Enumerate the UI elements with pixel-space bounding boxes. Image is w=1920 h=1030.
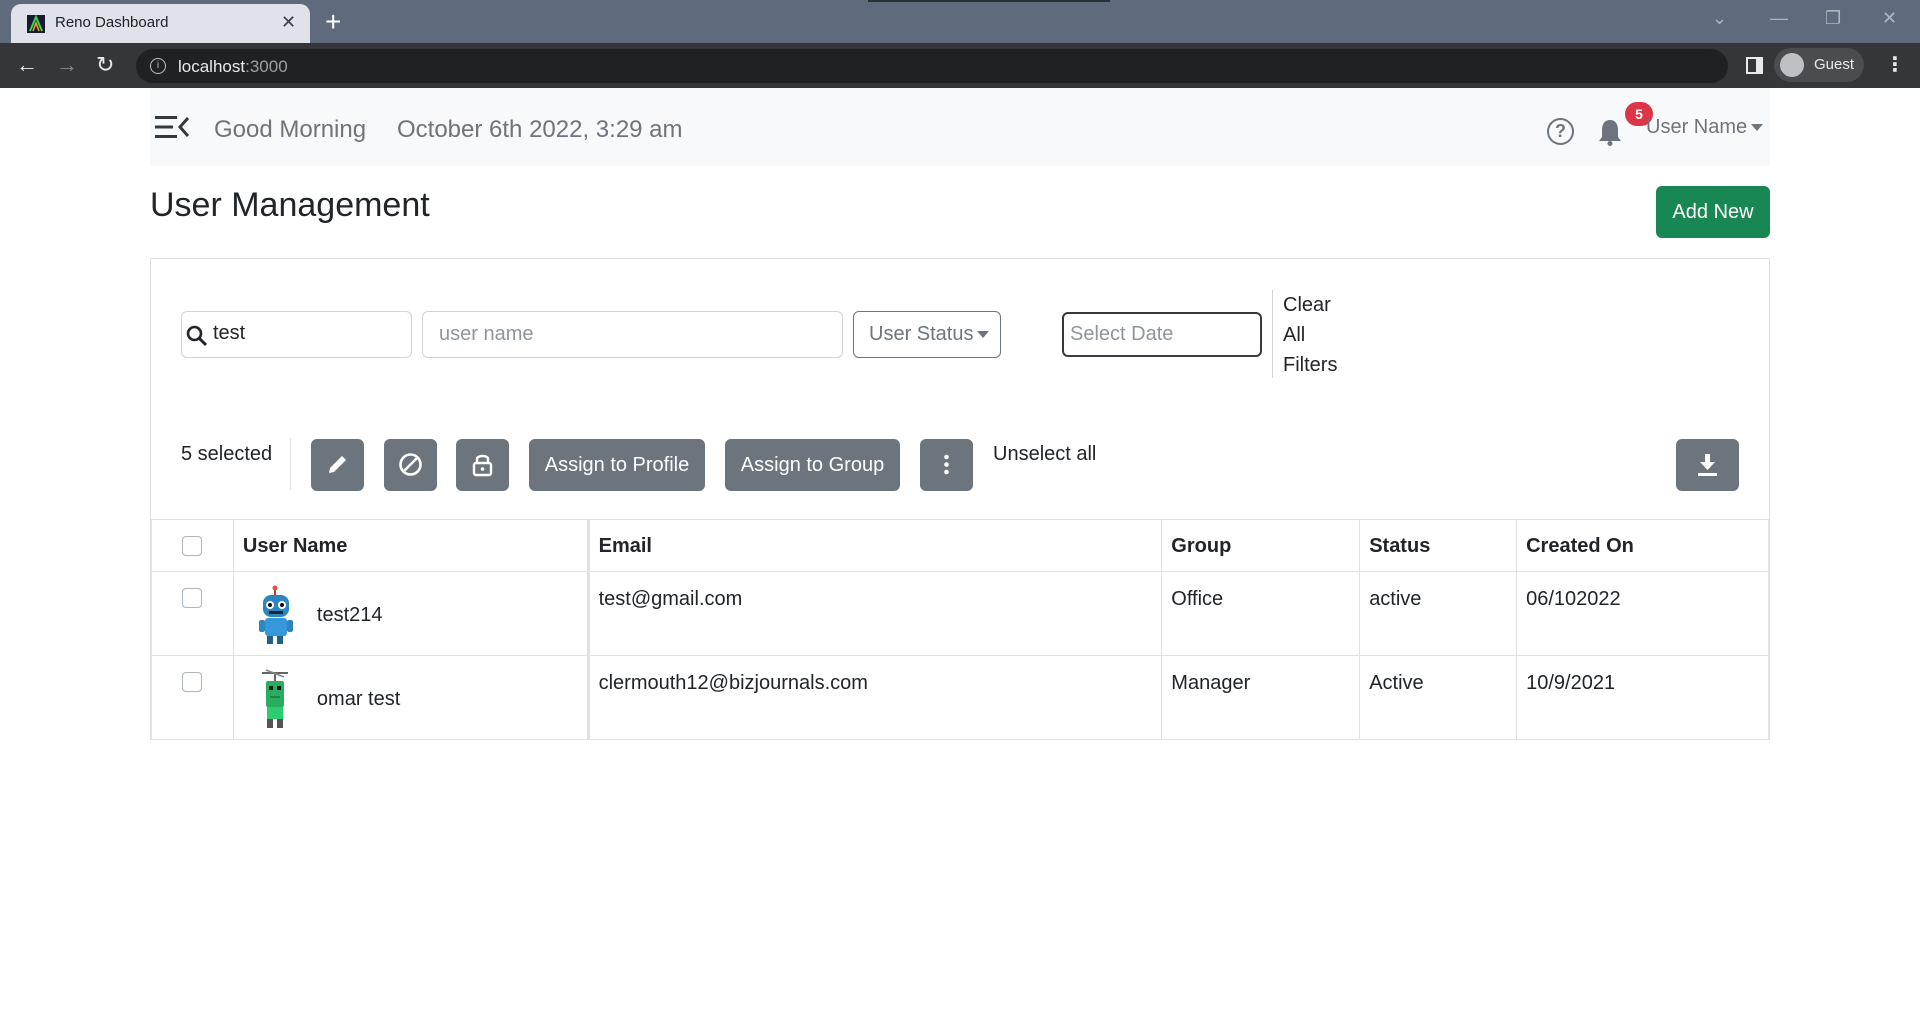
email-cell: test@gmail.com — [586, 571, 1163, 656]
unselect-all-link[interactable]: Unselect all — [993, 443, 1096, 466]
row-checkbox[interactable] — [182, 588, 203, 608]
search-icon — [186, 325, 208, 347]
table-header-row: User Name Email Group Status Created On — [151, 519, 1769, 572]
pencil-icon — [329, 456, 346, 473]
user-name[interactable]: test214 — [317, 604, 383, 627]
column-header-created-on[interactable]: Created On — [1516, 519, 1769, 572]
users-table: User Name Email Group Status Created On — [151, 519, 1769, 740]
selected-count: 5 selected — [181, 443, 273, 465]
row-checkbox[interactable] — [182, 672, 203, 692]
app-header: Good Morning October 6th 2022, 3:29 am ?… — [150, 88, 1770, 166]
profile-avatar-icon — [1780, 53, 1804, 77]
assign-to-group-button[interactable]: Assign to Group — [725, 439, 900, 491]
column-header-status[interactable]: Status — [1359, 519, 1518, 572]
address-bar[interactable]: i localhost:3000 — [136, 49, 1728, 83]
back-icon[interactable]: ← — [16, 52, 38, 78]
select-all-cell — [151, 519, 234, 572]
email-cell: clermouth12@bizjournals.com — [586, 655, 1163, 740]
restore-icon[interactable]: ❐ — [1825, 8, 1841, 29]
download-icon — [1698, 454, 1717, 476]
minimize-icon[interactable]: — — [1770, 8, 1788, 29]
column-header-user-name[interactable]: User Name — [232, 519, 589, 572]
download-button[interactable] — [1676, 439, 1739, 491]
tab-search-icon[interactable]: ⌄ — [1712, 8, 1727, 29]
browser-menu-icon[interactable]: ⋮ — [1885, 52, 1905, 77]
row-select-cell — [151, 571, 234, 656]
status-cell: active — [1359, 571, 1518, 656]
chevron-down-icon — [977, 331, 990, 339]
reno-favicon-icon — [27, 15, 45, 33]
profile-button[interactable]: Guest — [1774, 48, 1864, 82]
user-name[interactable]: omar test — [317, 688, 400, 711]
block-icon — [399, 453, 422, 476]
robot-avatar-icon — [258, 585, 293, 644]
created-on-cell: 06/102022 — [1516, 571, 1769, 656]
clear-filters-text: All — [1283, 324, 1306, 346]
add-new-button[interactable]: Add New — [1656, 186, 1770, 238]
group-cell: Manager — [1161, 655, 1361, 740]
browser-toolbar: ← → ↻ i localhost:3000 Guest ⋮ — [0, 43, 1920, 88]
date-filter-input[interactable] — [1062, 312, 1262, 357]
user-menu-dropdown[interactable]: User Name — [1646, 116, 1764, 139]
url-text: localhost:3000 — [178, 57, 288, 76]
tab-title: Reno Dashboard — [55, 14, 169, 31]
column-header-group[interactable]: Group — [1161, 519, 1361, 572]
tab-close-icon[interactable]: ✕ — [281, 12, 296, 33]
lock-button[interactable] — [456, 439, 509, 491]
profile-label: Guest — [1814, 56, 1855, 73]
row-select-cell — [151, 655, 234, 740]
select-all-checkbox[interactable] — [182, 536, 203, 556]
clear-filters-text: Filters — [1283, 354, 1338, 376]
kebab-menu-icon — [944, 454, 949, 475]
window-close-icon[interactable]: ✕ — [1882, 8, 1897, 29]
clear-all-filters-link[interactable]: Clear All Filters — [1272, 290, 1352, 378]
sidebar-toggle-icon[interactable] — [155, 115, 189, 139]
help-icon[interactable]: ? — [1547, 118, 1574, 145]
user-status-dropdown[interactable]: User Status — [853, 311, 1001, 358]
group-cell: Office — [1161, 571, 1361, 656]
assign-to-profile-button[interactable]: Assign to Profile — [529, 439, 705, 491]
user-status-label: User Status — [869, 323, 974, 345]
created-on-cell: 10/9/2021 — [1516, 655, 1769, 740]
browser-tab[interactable]: Reno Dashboard ✕ — [11, 4, 310, 43]
greeting-text: Good Morning — [214, 116, 367, 143]
user-menu-label: User Name — [1646, 116, 1748, 138]
site-info-icon[interactable]: i — [150, 58, 166, 74]
bell-icon[interactable] — [1597, 118, 1623, 146]
page-title: User Management — [150, 186, 430, 224]
username-filter-input[interactable] — [422, 311, 843, 358]
divider — [290, 438, 291, 490]
user-cell: test214 — [232, 571, 589, 656]
search-input[interactable] — [213, 322, 403, 345]
clear-filters-text: Clear — [1283, 294, 1331, 316]
new-tab-icon[interactable]: + — [325, 6, 341, 38]
table-row[interactable]: omar test clermouth12@bizjournals.com Ma… — [151, 655, 1769, 740]
reload-icon[interactable]: ↻ — [96, 52, 114, 78]
edit-button[interactable] — [311, 439, 364, 491]
column-header-email[interactable]: Email — [586, 519, 1163, 572]
table-row[interactable]: test214 test@gmail.com Office active 06/… — [151, 571, 1769, 656]
robot-avatar-icon — [261, 669, 288, 728]
disable-button[interactable] — [384, 439, 437, 491]
search-field[interactable] — [181, 311, 412, 358]
lock-icon — [472, 454, 493, 477]
browser-tabbar: Reno Dashboard ✕ + ⌄ — ❐ ✕ — [0, 0, 1920, 43]
more-actions-button[interactable] — [920, 439, 973, 491]
current-datetime: October 6th 2022, 3:29 am — [397, 116, 683, 143]
status-cell: Active — [1359, 655, 1518, 740]
tabbar-topline — [868, 0, 1110, 2]
user-cell: omar test — [232, 655, 589, 740]
forward-icon[interactable]: → — [56, 52, 78, 78]
chevron-down-icon — [1751, 124, 1764, 132]
side-panel-icon[interactable] — [1746, 57, 1763, 74]
